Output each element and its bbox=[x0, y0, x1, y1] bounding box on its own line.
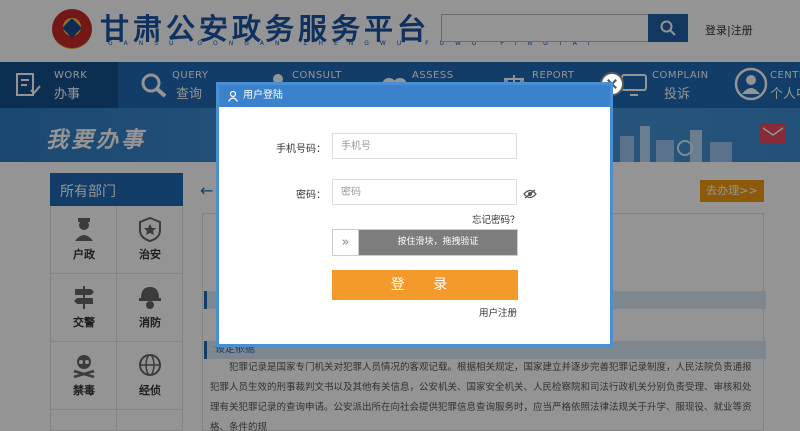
slide-verify: » 按住滑块，拖拽验证 bbox=[332, 229, 518, 256]
modal-title: 用户登陆 bbox=[243, 90, 283, 101]
phone-field[interactable] bbox=[332, 133, 517, 159]
user-register-link[interactable]: 用户注册 bbox=[479, 305, 517, 319]
slider-track-text: 按住滑块，拖拽验证 bbox=[359, 230, 517, 255]
login-button[interactable]: 登 录 bbox=[332, 270, 518, 300]
phone-label: 手机号码： bbox=[276, 144, 326, 155]
eye-slash-icon[interactable] bbox=[523, 189, 537, 199]
modal-header: 用户登陆 bbox=[219, 85, 610, 107]
password-label: 密码： bbox=[296, 190, 326, 201]
password-field[interactable] bbox=[332, 179, 517, 205]
slider-handle[interactable]: » bbox=[333, 230, 359, 255]
login-modal: 用户登陆 手机号码： 密码： 忘记密码？ » 按住滑块，拖拽验证 登 录 用户注… bbox=[216, 82, 613, 347]
forgot-password-link[interactable]: 忘记密码？ bbox=[472, 212, 520, 226]
user-icon bbox=[227, 90, 239, 102]
